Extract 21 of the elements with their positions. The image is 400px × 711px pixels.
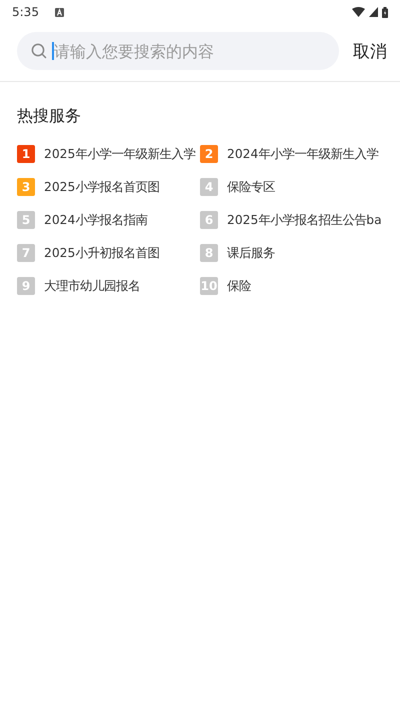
status-time: 5:35 [12,5,39,19]
hot-search-item[interactable]: 2025年小学报名招生公告ba [227,212,382,228]
cancel-button[interactable]: 取消 [353,40,387,62]
hot-search-item[interactable]: 2024小学报名指南 [44,212,148,228]
section-title: 热搜服务 [16,105,82,127]
rank-badge: 1 [17,145,35,163]
battery-icon [382,6,388,18]
hot-search-item[interactable]: 大理市幼儿园报名 [44,278,140,294]
hot-search-item[interactable]: 2025年小学一年级新生入学 [44,146,196,162]
search-field[interactable]: 请输入您要搜索的内容 [17,32,339,70]
rank-badge: 3 [17,178,35,196]
wifi-icon [352,7,365,17]
signal-icon [369,7,378,17]
notification-icon [54,8,64,16]
hot-search-item[interactable]: 2024年小学一年级新生入学 [227,146,378,162]
rank-badge: 2 [200,145,218,163]
hot-search-item[interactable]: 2025小学报名首页图 [44,178,160,196]
hot-search-item[interactable]: 2025小升初报名首图 [44,244,160,262]
hot-search-item[interactable]: 保险专区 [227,178,275,196]
hot-search-item[interactable]: 保险 [227,278,251,294]
hot-search-item[interactable]: 课后服务 [227,244,275,262]
